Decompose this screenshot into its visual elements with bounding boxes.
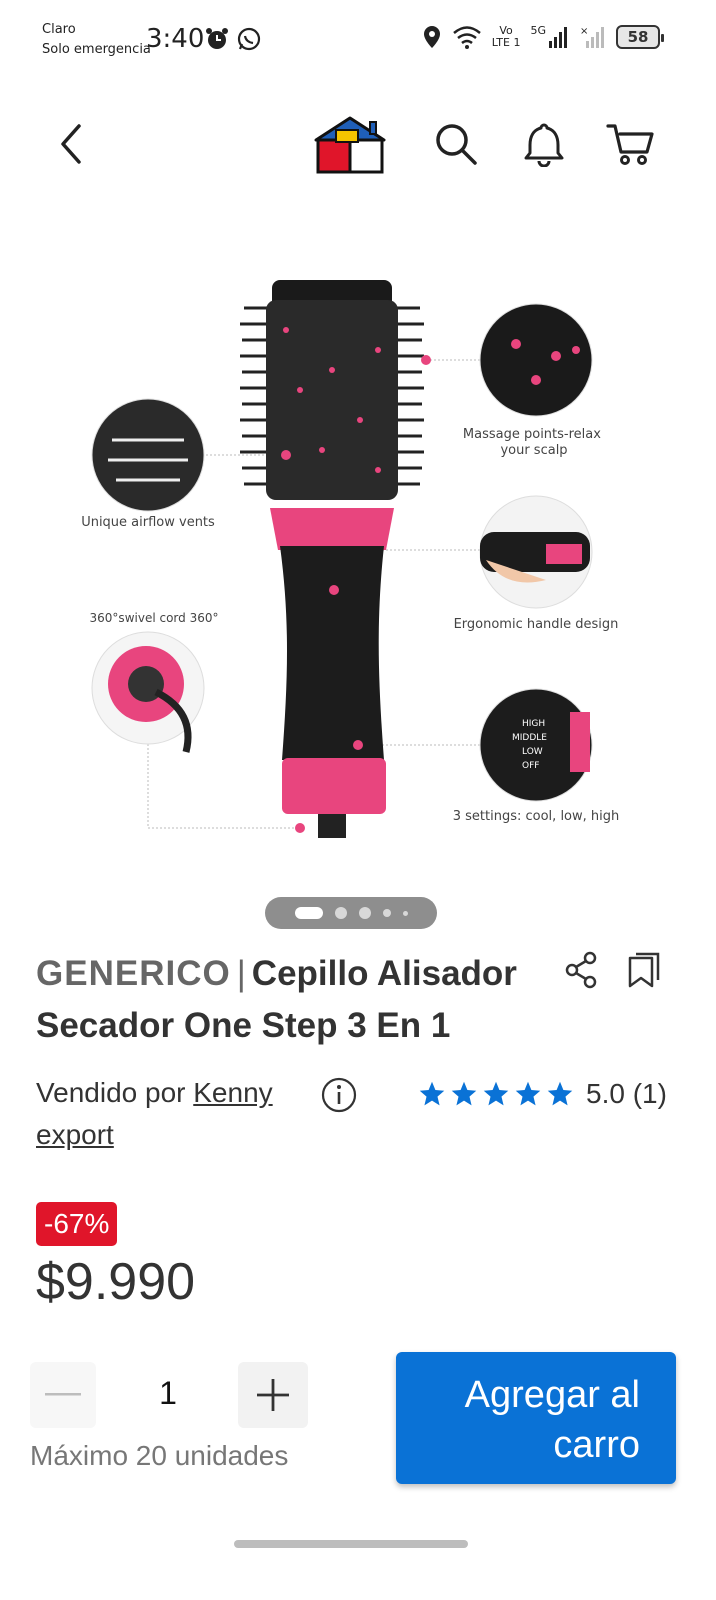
- quantity-value[interactable]: 1: [130, 1375, 206, 1412]
- share-icon: [565, 951, 597, 989]
- settings-off-label: OFF: [522, 761, 539, 771]
- share-button[interactable]: [562, 950, 602, 990]
- pager-dot-3[interactable]: [358, 907, 371, 919]
- volte-indicator: Vo LTE 1: [492, 25, 521, 49]
- bell-icon: [524, 123, 564, 167]
- app-header: [0, 100, 716, 190]
- settings-middle-label: MIDDLE: [512, 733, 547, 743]
- location-icon: [423, 26, 440, 48]
- house-logo-icon: [314, 116, 386, 174]
- title-separator: |: [236, 954, 246, 993]
- product-rating[interactable]: 5.0 (1): [418, 1078, 667, 1110]
- alarm-icon: [206, 28, 228, 49]
- carrier-name: Claro: [42, 22, 76, 37]
- pager-dot-1[interactable]: [294, 907, 323, 919]
- star-icon: [451, 1081, 477, 1106]
- product-brand[interactable]: GENERICO: [36, 954, 231, 993]
- settings-high-label: HIGH: [522, 719, 545, 729]
- signal-5g-icon: 5G: [530, 25, 570, 49]
- product-image[interactable]: HIGH MIDDLE LOW OFF Massage points-relax…: [60, 260, 660, 860]
- caption-airflow: Unique airflow vents: [81, 515, 215, 530]
- star-icon: [419, 1081, 445, 1106]
- signal-weak-icon: ×: [580, 26, 604, 48]
- whatsapp-icon: [237, 27, 261, 51]
- caption-massage: Massage points-relax your scalp: [463, 427, 605, 458]
- star-icon: [515, 1081, 541, 1106]
- add-to-cart-button[interactable]: Agregar al carro: [396, 1352, 676, 1484]
- increase-quantity-button[interactable]: [238, 1362, 308, 1428]
- notifications-button[interactable]: [516, 116, 572, 172]
- battery-indicator: 58: [616, 25, 664, 49]
- home-indicator[interactable]: [234, 1540, 468, 1548]
- info-icon: [321, 1077, 357, 1113]
- search-button[interactable]: [428, 116, 484, 172]
- star-icon: [483, 1081, 509, 1106]
- caption-ergonomic: Ergonomic handle design: [454, 617, 619, 632]
- save-list-button[interactable]: [624, 950, 664, 990]
- cart-icon: [606, 124, 654, 165]
- system-icons: Vo LTE 1 5G × 58: [422, 24, 664, 50]
- lte-label: LTE 1: [491, 36, 521, 49]
- caption-settings: 3 settings: cool, low, high: [453, 809, 620, 824]
- clock: 3:40: [146, 24, 205, 54]
- back-button[interactable]: [48, 116, 96, 172]
- chevron-left-icon: [61, 124, 81, 164]
- caption-massage-text-2: your scalp: [500, 443, 567, 458]
- store-logo[interactable]: [312, 114, 388, 176]
- cart-button[interactable]: [602, 116, 658, 172]
- svg-text:×: ×: [580, 26, 588, 37]
- decrease-quantity-button[interactable]: [30, 1362, 96, 1428]
- max-units-label: Máximo 20 unidades: [30, 1440, 289, 1471]
- seller-info: Vendido por Kenny export: [36, 1072, 316, 1156]
- seller-info-button[interactable]: [320, 1076, 358, 1114]
- discount-badge: -67%: [36, 1202, 118, 1246]
- carrier-status: Solo emergencia: [42, 42, 151, 57]
- wifi-icon: [452, 26, 481, 49]
- carrier-info: Claro Solo emergencia: [42, 20, 151, 60]
- star-icon: [547, 1081, 573, 1106]
- bookmark-icon: [628, 952, 660, 988]
- caption-massage-text: Massage points-relax: [463, 427, 601, 442]
- sold-by-label: Vendido por: [36, 1077, 186, 1108]
- image-pager[interactable]: [265, 897, 437, 929]
- pager-dot-2[interactable]: [334, 907, 347, 919]
- hair-brush-illustration: HIGH MIDDLE LOW OFF Massage points-relax…: [81, 280, 620, 838]
- plus-icon: [257, 1379, 289, 1411]
- notification-icons: [204, 26, 262, 52]
- minus-icon: [45, 1393, 81, 1396]
- pager-dot-5[interactable]: [402, 910, 408, 916]
- status-bar: Claro Solo emergencia 3:40 Vo LTE 1 5G ×…: [0, 0, 716, 80]
- product-price: $9.990: [36, 1253, 196, 1311]
- caption-swivel: 360°swivel cord 360°: [90, 611, 219, 625]
- rating-text: 5.0 (1): [586, 1078, 667, 1109]
- settings-low-label: LOW: [522, 747, 543, 757]
- product-title: GENERICO | Cepillo Alisador Secador One St…: [36, 948, 556, 1052]
- search-icon: [436, 124, 477, 165]
- 5g-label: 5G: [530, 24, 546, 37]
- rating-stars: [418, 1080, 574, 1108]
- pager-dot-4[interactable]: [382, 909, 391, 917]
